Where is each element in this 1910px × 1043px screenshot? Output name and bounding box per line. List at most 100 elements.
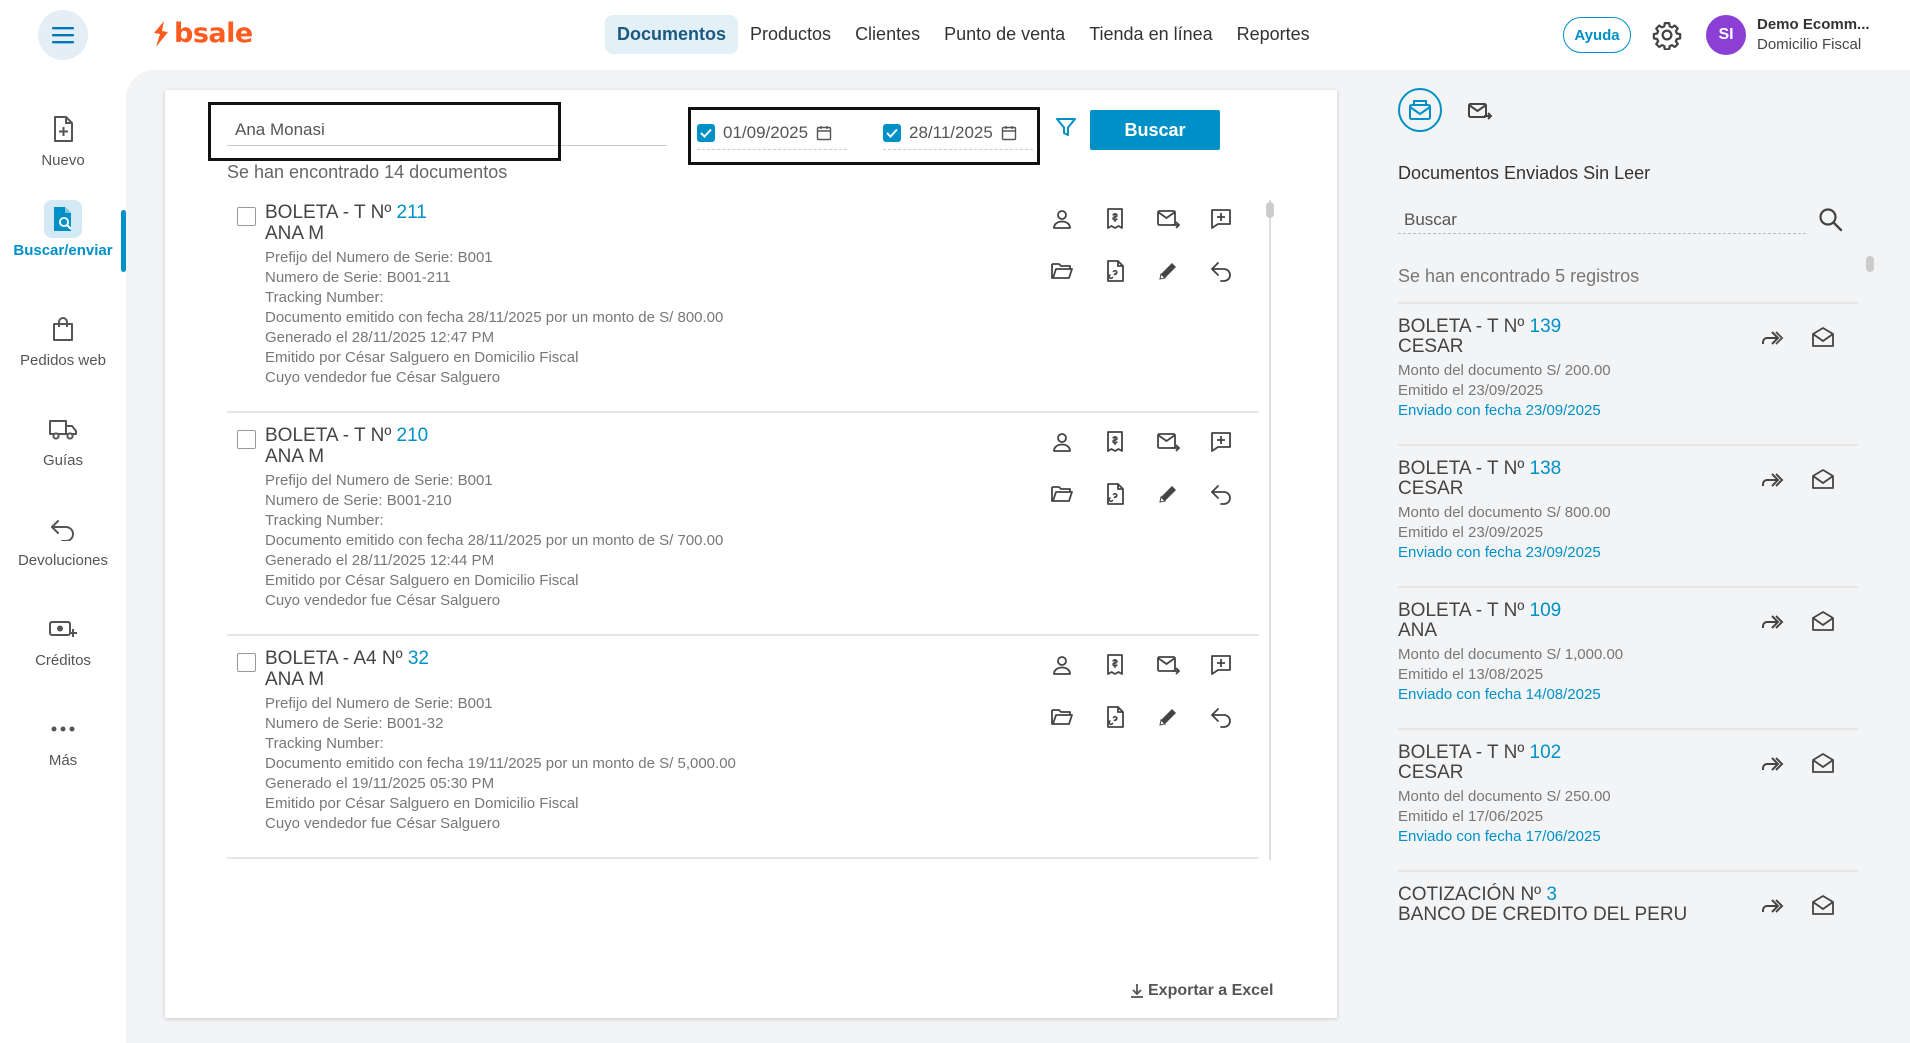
add-comment-icon <box>1211 209 1231 229</box>
nav-punto-de-venta[interactable]: Punto de venta <box>932 15 1077 54</box>
company-selector[interactable]: Demo Ecomm... Domicilio Fiscal <box>1757 16 1870 53</box>
add-comment-button[interactable] <box>1206 650 1236 680</box>
mail-send-button[interactable] <box>1153 427 1183 457</box>
nav-tienda-en-linea[interactable]: Tienda en línea <box>1077 15 1224 54</box>
item-amount: Monto del documento S/ 800.00 <box>1398 504 1611 521</box>
document-number[interactable]: 210 <box>397 425 429 446</box>
undo-button[interactable] <box>1206 702 1236 732</box>
mail-send-button[interactable] <box>1153 204 1183 234</box>
tab-sent-mail[interactable] <box>1466 97 1494 125</box>
forward-icon[interactable] <box>1758 750 1786 778</box>
folder-open-icon <box>1051 709 1073 725</box>
undo-button[interactable] <box>1206 256 1236 286</box>
file-link-icon <box>1107 483 1124 505</box>
document-checkbox[interactable] <box>237 207 256 226</box>
document-number[interactable]: 32 <box>408 648 429 669</box>
user-button[interactable] <box>1047 650 1077 680</box>
item-sent-date: Enviado con fecha 23/09/2025 <box>1398 544 1601 561</box>
folder-open-button[interactable] <box>1047 256 1077 286</box>
sidebar-item-devoluciones[interactable]: Devoluciones <box>0 514 126 594</box>
mail-open-icon[interactable] <box>1810 466 1836 492</box>
filter-icon[interactable] <box>1055 116 1077 138</box>
sidebar-item-mas[interactable]: Más <box>0 714 126 794</box>
mail-send-icon <box>1468 103 1493 120</box>
shopping-bag-icon <box>48 314 78 344</box>
search-icon[interactable] <box>1816 205 1844 233</box>
company-name: Demo Ecomm... <box>1757 16 1870 33</box>
receipt-button[interactable] <box>1100 650 1130 680</box>
export-excel-button[interactable]: Exportar a Excel <box>1130 982 1273 1000</box>
sidebar-item-creditos[interactable]: Créditos <box>0 614 126 694</box>
item-title[interactable]: BOLETA - T Nº 109 <box>1398 600 1561 622</box>
nav-clientes[interactable]: Clientes <box>843 15 932 54</box>
item-title[interactable]: BOLETA - T Nº 138 <box>1398 458 1561 480</box>
user-icon <box>1053 433 1071 452</box>
folder-open-button[interactable] <box>1047 479 1077 509</box>
file-link-button[interactable] <box>1100 256 1130 286</box>
item-title[interactable]: BOLETA - T Nº 102 <box>1398 742 1561 764</box>
forward-icon[interactable] <box>1758 324 1786 352</box>
document-title[interactable]: BOLETA - A4 Nº 32 <box>265 648 429 670</box>
forward-icon[interactable] <box>1758 608 1786 636</box>
file-link-button[interactable] <box>1100 479 1130 509</box>
search-button[interactable]: Buscar <box>1090 110 1220 150</box>
unread-documents-panel: Documentos Enviados Sin Leer Buscar Se h… <box>1366 70 1910 1043</box>
list-item: BOLETA - T Nº 102 CESAR Monto del docume… <box>1398 728 1858 870</box>
more-dots-icon <box>48 714 78 744</box>
item-title[interactable]: BOLETA - T Nº 139 <box>1398 316 1561 338</box>
mail-open-icon[interactable] <box>1810 608 1836 634</box>
add-comment-button[interactable] <box>1206 427 1236 457</box>
add-comment-button[interactable] <box>1206 204 1236 234</box>
item-client: ANA <box>1398 620 1438 641</box>
document-title[interactable]: BOLETA - T Nº 210 <box>265 425 428 447</box>
receipt-button[interactable] <box>1100 427 1130 457</box>
nav-reportes[interactable]: Reportes <box>1225 15 1322 54</box>
nav-documentos[interactable]: Documentos <box>605 15 739 54</box>
avatar[interactable]: SI <box>1706 15 1746 55</box>
unread-list: BOLETA - T Nº 139 CESAR Monto del docume… <box>1398 302 1858 950</box>
bsale-bolt-icon <box>154 20 168 47</box>
document-number[interactable]: 211 <box>397 202 427 223</box>
document-checkbox[interactable] <box>237 653 256 672</box>
forward-icon[interactable] <box>1758 466 1786 494</box>
panel-scrollbar[interactable] <box>1866 256 1874 272</box>
mail-send-icon <box>1157 210 1180 229</box>
tab-unread-inbox[interactable] <box>1398 88 1442 132</box>
hamburger-menu-button[interactable] <box>38 10 88 60</box>
sidebar-item-nuevo[interactable]: Nuevo <box>0 114 126 194</box>
pencil-button[interactable] <box>1153 256 1183 286</box>
receipt-button[interactable] <box>1100 204 1130 234</box>
user-button[interactable] <box>1047 427 1077 457</box>
pencil-button[interactable] <box>1153 479 1183 509</box>
undo-button[interactable] <box>1206 479 1236 509</box>
help-button[interactable]: Ayuda <box>1563 17 1631 53</box>
documents-card: Ana Monasi 01/09/2025 28/11/2025 Buscar … <box>165 90 1337 1018</box>
nav-productos[interactable]: Productos <box>738 15 843 54</box>
gear-icon[interactable] <box>1652 20 1682 50</box>
item-client: CESAR <box>1398 762 1464 783</box>
documents-scrollbar[interactable] <box>1266 202 1274 218</box>
company-branch: Domicilio Fiscal <box>1757 36 1862 53</box>
panel-results-count: Se han encontrado 5 registros <box>1398 266 1640 286</box>
mail-open-icon[interactable] <box>1810 324 1836 350</box>
item-title[interactable]: COTIZACIÓN Nº 3 <box>1398 884 1557 906</box>
document-checkbox[interactable] <box>237 430 256 449</box>
hamburger-icon <box>52 27 74 44</box>
document-details: Prefijo del Numero de Serie: B001 Numero… <box>265 695 736 832</box>
sidebar-item-label: Guías <box>42 452 84 469</box>
user-button[interactable] <box>1047 204 1077 234</box>
panel-search-input[interactable]: Buscar <box>1398 204 1806 234</box>
bsale-logo[interactable]: bsale <box>152 18 253 49</box>
sidebar-item-guias[interactable]: Guías <box>0 414 126 494</box>
mail-send-button[interactable] <box>1153 650 1183 680</box>
forward-icon[interactable] <box>1758 892 1786 920</box>
sidebar-item-pedidos-web[interactable]: Pedidos web <box>0 314 126 394</box>
mail-open-icon[interactable] <box>1810 750 1836 776</box>
mail-open-icon[interactable] <box>1810 892 1836 918</box>
document-title[interactable]: BOLETA - T Nº 211 <box>265 202 427 224</box>
folder-open-button[interactable] <box>1047 702 1077 732</box>
folder-open-icon <box>1051 263 1073 279</box>
sidebar-item-buscar-enviar[interactable]: Buscar/enviar <box>0 200 126 284</box>
file-link-button[interactable] <box>1100 702 1130 732</box>
pencil-button[interactable] <box>1153 702 1183 732</box>
